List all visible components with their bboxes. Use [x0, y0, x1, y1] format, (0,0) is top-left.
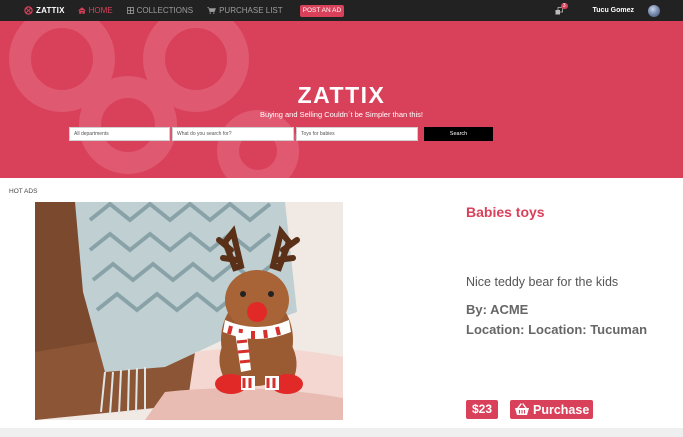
notifications-button[interactable]: 3 — [555, 2, 568, 15]
brand-name: ZATTIX — [36, 6, 65, 15]
hero-banner: ZATTIX Buying and Selling Couldn´t be Si… — [0, 21, 683, 178]
site-title: ZATTIX — [297, 82, 386, 108]
nav-home-label: HOME — [88, 6, 113, 15]
post-ad-button[interactable]: POST AN AD — [299, 4, 345, 17]
brand-link[interactable]: ZATTIX — [24, 6, 65, 15]
section-heading-hot-ads: HOT ADS — [9, 188, 38, 195]
username[interactable]: Tucu Gomez — [593, 7, 634, 14]
search-form: All departments What do you search for? … — [69, 127, 493, 141]
notifications-badge: 3 — [560, 2, 568, 9]
next-ad-preview-strip — [0, 428, 683, 437]
nav-collections[interactable]: COLLECTIONS — [126, 6, 194, 15]
price-badge: $23 — [466, 400, 499, 419]
home-icon — [77, 7, 86, 14]
avatar[interactable] — [648, 4, 660, 17]
department-select[interactable]: All departments — [69, 127, 170, 141]
category-input[interactable]: Toys for babies — [296, 127, 418, 141]
ad-location: Location: Location: Tucuman — [466, 322, 648, 337]
navbar-right: 3 Tucu Gomez — [555, 0, 683, 21]
grid-icon — [126, 7, 134, 14]
nav-collections-label: COLLECTIONS — [136, 6, 194, 15]
search-button[interactable]: Search — [424, 127, 493, 141]
nav-purchase-list-label: PURCHASE LIST — [219, 6, 283, 15]
nav-purchase-list[interactable]: PURCHASE LIST — [207, 6, 283, 15]
ad-product-image[interactable] — [35, 202, 343, 420]
basket-icon — [515, 403, 529, 415]
ad-title[interactable]: Babies toys — [466, 204, 545, 220]
nav-home[interactable]: HOME — [77, 6, 113, 15]
top-navbar: ZATTIX HOME COLLECTIONS PURCHASE LIST PO… — [0, 0, 683, 21]
purchase-button[interactable]: Purchase — [510, 400, 594, 419]
site-tagline: Buying and Selling Couldn´t be Simpler t… — [259, 110, 423, 119]
ad-description: Nice teddy bear for the kids — [466, 275, 619, 289]
ad-seller: By: ACME — [466, 302, 529, 317]
cart-icon — [207, 7, 217, 14]
brand-logo-icon — [24, 6, 33, 15]
search-query-input[interactable]: What do you search for? — [172, 127, 294, 141]
purchase-label: Purchase — [533, 402, 590, 417]
